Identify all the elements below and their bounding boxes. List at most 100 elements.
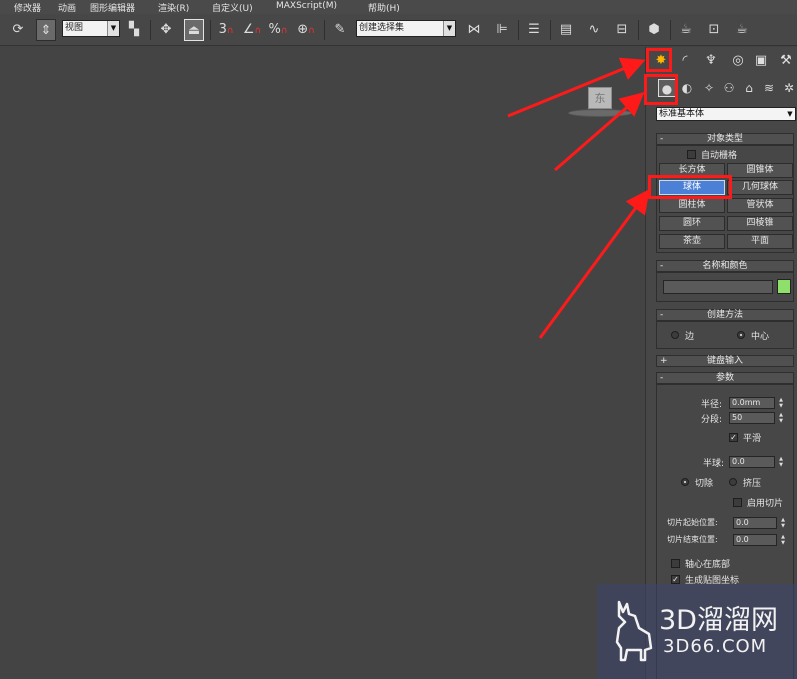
toolbar-separator bbox=[518, 20, 519, 40]
base-to-pivot-checkbox[interactable] bbox=[671, 559, 680, 568]
display-tab-icon[interactable]: ▣ bbox=[751, 51, 771, 71]
expand-icon: + bbox=[660, 356, 668, 366]
angle-snap-icon[interactable]: ∠∩ bbox=[242, 19, 262, 41]
menu-modifiers[interactable]: 修改器 bbox=[14, 1, 41, 14]
deer-logo-icon bbox=[615, 600, 653, 662]
cylinder-button[interactable]: 圆柱体 bbox=[659, 198, 725, 213]
creation-method-rollout-header[interactable]: - 创建方法 bbox=[656, 309, 794, 321]
render-production-icon[interactable]: ☕ bbox=[732, 19, 752, 41]
edit-named-selection-icon[interactable]: ✎ bbox=[330, 19, 350, 41]
slice-from-input[interactable]: 0.0 bbox=[733, 517, 777, 529]
reference-coord-combo[interactable]: 视图 ▼ bbox=[62, 20, 120, 37]
modify-tab-icon[interactable]: ◜ bbox=[675, 51, 695, 71]
object-type-rollout-header[interactable]: - 对象类型 bbox=[656, 133, 794, 145]
cone-button[interactable]: 圆锥体 bbox=[727, 163, 793, 178]
viewport[interactable]: 东 bbox=[0, 47, 645, 679]
slice-from-spinner[interactable]: ▲ ▼ bbox=[779, 517, 787, 529]
chop-radio[interactable] bbox=[681, 478, 689, 486]
snaps-toggle-icon[interactable]: 3∩ bbox=[216, 19, 236, 41]
hemisphere-spinner[interactable]: ▲ ▼ bbox=[777, 456, 785, 468]
parameters-rollout-header[interactable]: - 参数 bbox=[656, 372, 794, 384]
material-editor-icon[interactable]: ⬢ bbox=[644, 19, 664, 41]
main-toolbar: ⟳ ⇕ 视图 ▼ ▚ ✥ ⏏ 3∩ ∠∩ %∩ ⊕∩ ✎ 创建选择集 ▼ ⋈ ⊫… bbox=[0, 14, 797, 46]
cameras-icon[interactable]: ⚇ bbox=[720, 79, 738, 97]
pivot-center-icon[interactable]: ▚ bbox=[124, 19, 144, 41]
radius-input[interactable]: 0.0mm bbox=[729, 397, 775, 409]
pyramid-button[interactable]: 四棱锥 bbox=[727, 216, 793, 231]
menu-customize[interactable]: 自定义(U) bbox=[212, 1, 253, 14]
layer-manager-icon[interactable]: ☰ bbox=[524, 19, 544, 41]
center-radio[interactable] bbox=[737, 331, 745, 339]
geosphere-button[interactable]: 几何球体 bbox=[727, 180, 793, 195]
render-setup-icon[interactable]: ☕ bbox=[676, 19, 696, 41]
toolbar-separator bbox=[670, 20, 671, 40]
schematic-view-icon[interactable]: ⊟ bbox=[612, 19, 632, 41]
curve-editor-icon[interactable]: ∿ bbox=[584, 19, 604, 41]
viewcube[interactable]: 东 bbox=[568, 87, 632, 127]
viewcube-compass-ring[interactable] bbox=[568, 109, 632, 117]
hemisphere-input[interactable]: 0.0 bbox=[729, 456, 775, 468]
menu-rendering[interactable]: 渲染(R) bbox=[158, 1, 189, 14]
tube-button[interactable]: 管状体 bbox=[727, 198, 793, 213]
slice-to-spinner[interactable]: ▲ ▼ bbox=[779, 534, 787, 546]
toolbar-separator bbox=[210, 20, 211, 40]
motion-tab-icon[interactable]: ◎ bbox=[728, 51, 748, 71]
object-name-input[interactable] bbox=[663, 280, 773, 294]
smooth-checkbox[interactable]: ✓ bbox=[729, 433, 738, 442]
select-scale-icon[interactable]: ⇕ bbox=[36, 19, 56, 41]
chevron-down-icon: ▼ bbox=[443, 21, 455, 36]
spinner-snap-icon[interactable]: ⊕∩ bbox=[296, 19, 316, 41]
hierarchy-tab-icon[interactable]: ♆ bbox=[701, 51, 721, 71]
edge-radio[interactable] bbox=[671, 331, 679, 339]
rotate-icon[interactable]: ⟳ bbox=[8, 19, 28, 41]
named-selection-value: 创建选择集 bbox=[359, 23, 405, 33]
chevron-down-icon: ▼ bbox=[787, 110, 793, 118]
name-color-rollout-header[interactable]: - 名称和颜色 bbox=[656, 260, 794, 272]
autogrid-checkbox[interactable] bbox=[687, 150, 696, 159]
segments-label: 分段: bbox=[701, 415, 723, 425]
segments-input[interactable]: 50 bbox=[729, 412, 775, 424]
center-label: 中心 bbox=[751, 332, 770, 342]
mirror-icon[interactable]: ⋈ bbox=[464, 19, 484, 41]
menu-maxscript[interactable]: MAXScript(M) bbox=[276, 1, 337, 11]
toolbar-separator bbox=[150, 20, 151, 40]
slice-to-input[interactable]: 0.0 bbox=[733, 534, 777, 546]
segments-spinner[interactable]: ▲ ▼ bbox=[777, 412, 785, 424]
menu-help[interactable]: 帮助(H) bbox=[368, 1, 400, 14]
menu-graph-editors[interactable]: 图形编辑器 bbox=[90, 1, 135, 14]
object-color-swatch[interactable] bbox=[777, 279, 791, 294]
object-type-rollout: 自动栅格 长方体 圆锥体 球体 几何球体 圆柱体 管状体 圆环 四棱锥 茶壶 平… bbox=[656, 145, 794, 253]
gen-mapping-checkbox[interactable]: ✓ bbox=[671, 575, 680, 584]
helpers-icon[interactable]: ⌂ bbox=[740, 79, 758, 97]
viewcube-face[interactable]: 东 bbox=[588, 87, 612, 109]
lights-icon[interactable]: ✧ bbox=[700, 79, 718, 97]
keyboard-entry-rollout-header[interactable]: + 键盘输入 bbox=[656, 355, 794, 367]
smooth-label: 平滑 bbox=[743, 434, 762, 444]
select-manipulate-icon[interactable]: ⏏ bbox=[184, 19, 204, 41]
percent-snap-icon[interactable]: %∩ bbox=[268, 19, 288, 41]
space-warps-icon[interactable]: ≋ bbox=[760, 79, 778, 97]
plane-button[interactable]: 平面 bbox=[727, 234, 793, 249]
render-frame-icon[interactable]: ⊡ bbox=[704, 19, 724, 41]
menu-animation[interactable]: 动画 bbox=[58, 1, 76, 14]
systems-icon[interactable]: ✲ bbox=[780, 79, 797, 97]
creation-method-title: 创建方法 bbox=[706, 310, 743, 320]
primitive-category-dropdown[interactable]: 标准基本体 ▼ bbox=[656, 107, 796, 121]
app-window: 修改器 动画 图形编辑器 渲染(R) 自定义(U) MAXScript(M) 帮… bbox=[0, 0, 797, 679]
select-move-icon[interactable]: ✥ bbox=[156, 19, 176, 41]
enable-slice-checkbox[interactable] bbox=[733, 498, 742, 507]
slice-to-label: 切片结束位置: bbox=[667, 535, 718, 544]
squash-radio[interactable] bbox=[729, 478, 737, 486]
collapse-icon: - bbox=[660, 310, 664, 320]
teapot-button[interactable]: 茶壶 bbox=[659, 234, 725, 249]
shapes-icon[interactable]: ◐ bbox=[678, 79, 696, 97]
named-selection-combo[interactable]: 创建选择集 ▼ bbox=[356, 20, 456, 37]
graphite-tools-icon[interactable]: ▤ bbox=[556, 19, 576, 41]
radius-spinner[interactable]: ▲ ▼ bbox=[777, 397, 785, 409]
primitive-category-value: 标准基本体 bbox=[659, 109, 705, 119]
align-icon[interactable]: ⊫ bbox=[492, 19, 512, 41]
utilities-tab-icon[interactable]: ⚒ bbox=[776, 51, 796, 71]
torus-button[interactable]: 圆环 bbox=[659, 216, 725, 231]
watermark-subtitle: 3D66.COM bbox=[663, 636, 768, 657]
collapse-icon: - bbox=[660, 373, 664, 383]
